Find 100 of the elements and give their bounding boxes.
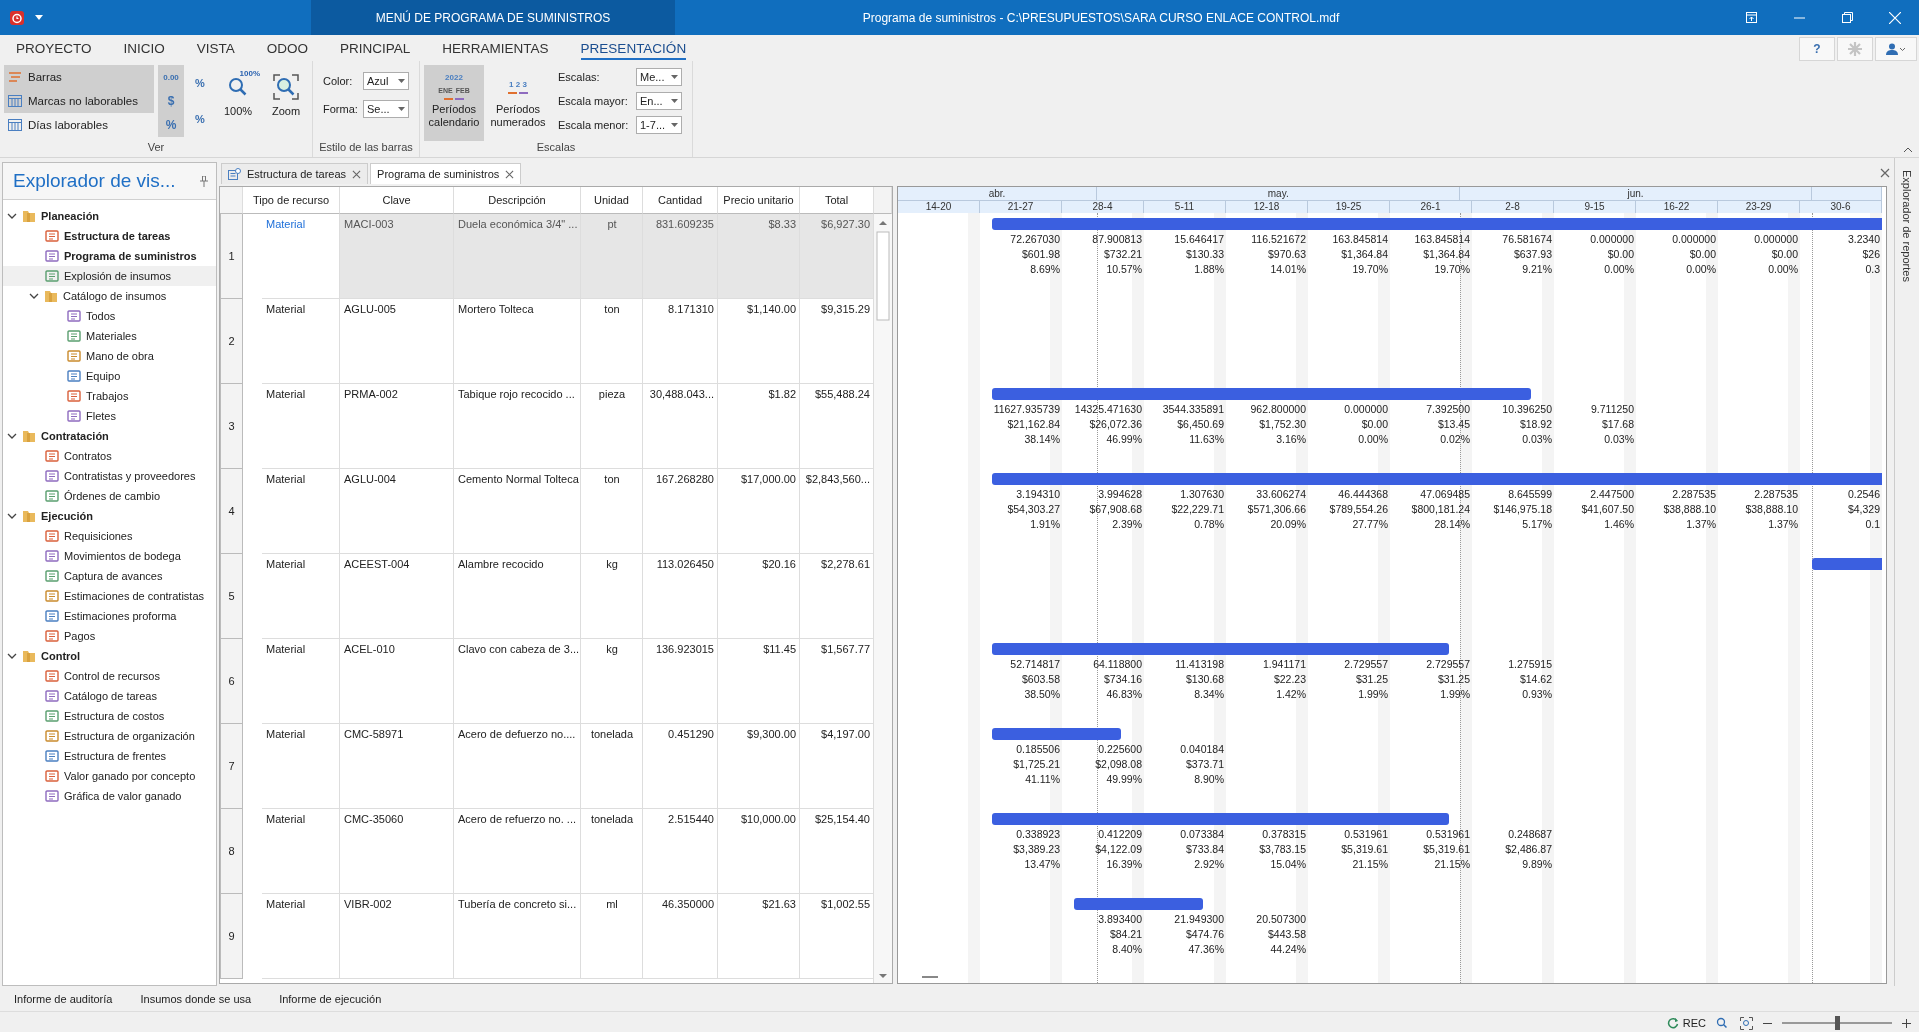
tree-folder[interactable]: Catálogo de insumos [63, 290, 167, 302]
task-bar[interactable] [1144, 898, 1203, 910]
tree-item[interactable]: Movimientos de bodega [64, 550, 181, 562]
tree-item[interactable]: Mano de obra [86, 350, 154, 362]
tree-item[interactable]: Equipo [86, 370, 121, 382]
dropdown[interactable]: Azul [363, 72, 409, 90]
help-button[interactable]: ? [1799, 37, 1835, 61]
task-bar[interactable] [991, 813, 1062, 825]
pin-icon[interactable] [200, 175, 208, 187]
task-bar[interactable] [1800, 218, 1882, 230]
report-tab[interactable]: Insumos donde se usa [140, 992, 252, 1005]
ribbon-tab[interactable]: ODOO [250, 35, 325, 61]
task-bar[interactable] [1073, 898, 1144, 910]
task-bar[interactable] [1390, 643, 1449, 655]
row-header[interactable]: 9 [220, 894, 243, 979]
document-tab[interactable]: Programa de suministros [370, 163, 522, 184]
tree-item[interactable]: Todos [86, 310, 116, 322]
dropdown[interactable]: En... [636, 92, 682, 110]
zoom-fit-icon[interactable] [1740, 1016, 1753, 1030]
chevron-down-icon[interactable] [7, 651, 17, 661]
row-header[interactable]: 5 [220, 554, 243, 639]
dropdown[interactable]: Me... [636, 68, 682, 86]
task-bar[interactable] [991, 473, 1062, 485]
tree-item[interactable]: Materiales [86, 330, 137, 342]
zoom-button[interactable]: 100% 100% [216, 65, 260, 141]
tree-item[interactable]: Órdenes de cambio [64, 490, 160, 502]
task-bar[interactable] [1062, 728, 1121, 740]
row-header[interactable]: 6 [220, 639, 243, 724]
task-bar[interactable] [1811, 558, 1882, 570]
search-icon[interactable] [1716, 1017, 1730, 1029]
task-bar[interactable] [1800, 473, 1882, 485]
column-header[interactable]: Total [824, 194, 849, 206]
percent-button[interactable]: % [188, 101, 212, 137]
tree-item[interactable]: Programa de suministros [64, 250, 197, 262]
tree-item[interactable]: Estructura de costos [64, 710, 165, 722]
toggle-button[interactable]: Marcas no laborables [4, 89, 154, 113]
tree-item[interactable]: Valor ganado por concepto [64, 770, 196, 782]
user-button[interactable] [1875, 37, 1917, 61]
column-header[interactable]: Precio unitario [723, 194, 794, 206]
task-bar[interactable] [1390, 813, 1449, 825]
task-bar[interactable] [991, 728, 1062, 740]
tree-item[interactable]: Estructura de frentes [64, 750, 167, 762]
tree-item[interactable]: Requisiciones [64, 530, 133, 542]
close-icon[interactable] [352, 169, 362, 179]
row-header[interactable]: 2 [220, 299, 243, 384]
ribbon-tab[interactable]: HERRAMIENTAS [426, 35, 565, 61]
close-icon[interactable] [505, 169, 515, 179]
tree-item[interactable]: Estimaciones proforma [64, 610, 177, 622]
side-panel-tab[interactable]: Explorador de reportes [1901, 170, 1913, 282]
dropdown[interactable]: Se... [363, 100, 409, 118]
ribbon-tab[interactable]: PRESENTACIÓN [564, 35, 703, 61]
report-tab[interactable]: Informe de auditoría [14, 992, 113, 1005]
toggle-button[interactable]: Barras [4, 65, 154, 89]
tree-item[interactable]: Contratistas y proveedores [64, 470, 196, 482]
tree-item[interactable]: Catálogo de tareas [64, 690, 157, 702]
dropdown-arrow-icon[interactable] [35, 15, 43, 20]
zoom-button[interactable]: Zoom [264, 65, 308, 141]
report-tab[interactable]: Informe de ejecución [279, 992, 382, 1005]
period-button[interactable]: 1 2 3 Períodos numerados [488, 65, 548, 141]
tree-folder[interactable]: Ejecución [41, 510, 93, 522]
percent-button[interactable]: % [188, 65, 212, 101]
tree-item[interactable]: Estructura de organización [64, 730, 195, 742]
tree-item[interactable]: Trabajos [86, 390, 129, 402]
task-bar[interactable] [1472, 388, 1531, 400]
rec-label[interactable]: REC [1682, 1017, 1706, 1029]
tree-item[interactable]: Pagos [64, 630, 96, 642]
ribbon-tab[interactable]: VISTA [180, 35, 251, 61]
row-header[interactable]: 7 [220, 724, 243, 809]
close-icon[interactable] [1880, 168, 1890, 178]
tree-item[interactable]: Captura de avances [64, 570, 163, 582]
slider-thumb[interactable] [1835, 1016, 1840, 1030]
column-header[interactable]: Unidad [594, 194, 629, 206]
chevron-down-icon[interactable] [7, 431, 17, 441]
tree-folder[interactable]: Control [41, 650, 81, 662]
tree-item[interactable]: Contratos [64, 450, 112, 462]
chevron-down-icon[interactable] [7, 511, 17, 521]
ribbon-tab[interactable]: PROYECTO [0, 35, 108, 61]
toggle-button[interactable]: Días laborables [4, 113, 154, 137]
column-header[interactable]: Tipo de recurso [253, 194, 329, 206]
tree-folder[interactable]: Planeación [41, 210, 100, 222]
scroll-thumb[interactable] [922, 976, 938, 978]
row-header[interactable]: 4 [220, 469, 243, 554]
chevron-down-icon[interactable] [7, 211, 17, 221]
row-header[interactable]: 3 [220, 384, 243, 469]
tree-item[interactable]: Fletes [86, 410, 116, 422]
row-header[interactable]: 1 [220, 214, 243, 299]
collapse-ribbon-icon[interactable] [1903, 147, 1913, 153]
dropdown[interactable]: 1-7... [636, 116, 682, 134]
ribbon-tab[interactable]: PRINCIPAL [324, 35, 427, 61]
tree-folder[interactable]: Contratación [41, 430, 109, 442]
vertical-scrollbar[interactable] [873, 214, 892, 983]
column-header[interactable]: Descripción [488, 194, 546, 206]
task-bar[interactable] [991, 643, 1062, 655]
tree-item[interactable]: Estimaciones de contratistas [64, 590, 204, 602]
zoom-in-icon[interactable] [1902, 1018, 1911, 1028]
app-logo-icon[interactable] [9, 9, 25, 26]
chevron-down-icon[interactable] [29, 291, 39, 301]
task-bar[interactable] [991, 218, 1062, 230]
ribbon-tab[interactable]: INICIO [107, 35, 181, 61]
task-bar[interactable] [991, 388, 1062, 400]
